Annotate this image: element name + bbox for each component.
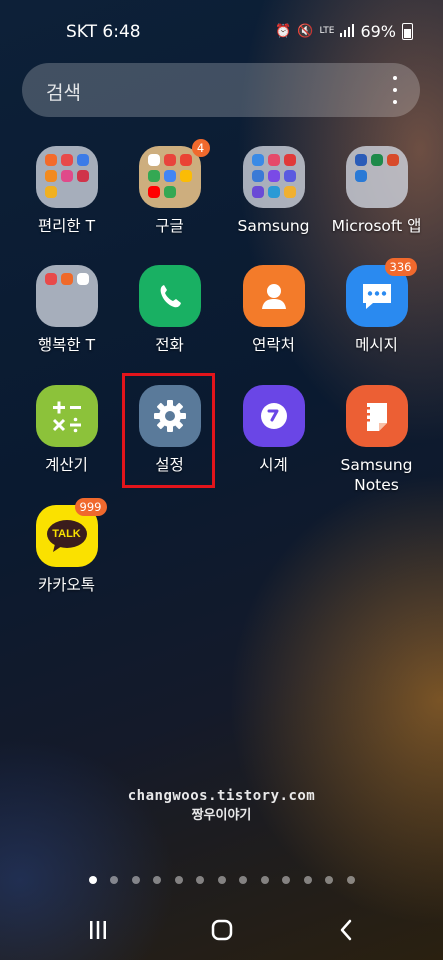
page-dot[interactable] bbox=[239, 876, 247, 884]
app-calculator[interactable]: 계산기 bbox=[15, 385, 118, 475]
folder-microsoft[interactable]: Microsoft 앱 bbox=[325, 146, 428, 236]
folder-haengbokhan-t[interactable]: 행복한 T bbox=[15, 265, 118, 355]
page-dot[interactable] bbox=[217, 876, 226, 884]
folder-icon: 4 bbox=[138, 139, 210, 208]
app-label: 계산기 bbox=[45, 456, 88, 474]
home-icon[interactable] bbox=[210, 915, 234, 945]
page-dot[interactable] bbox=[88, 876, 97, 884]
app-label: Samsung Notes bbox=[325, 455, 428, 495]
folder-pyeonrihan-t[interactable]: 편리한 T bbox=[15, 146, 118, 236]
app-label: 구글 bbox=[155, 217, 184, 235]
page-dot[interactable] bbox=[153, 876, 161, 884]
app-clock[interactable]: 시계 bbox=[222, 385, 325, 475]
page-dot[interactable] bbox=[196, 876, 204, 884]
app-label: 카카오톡 bbox=[37, 576, 96, 594]
phone-icon bbox=[139, 265, 201, 327]
navigation-bar bbox=[0, 905, 443, 960]
watermark-name: 짱우이야기 bbox=[191, 808, 252, 823]
page-indicator[interactable] bbox=[0, 876, 443, 884]
folder-samsung[interactable]: Samsung bbox=[222, 146, 325, 236]
app-label: 연락처 bbox=[252, 336, 295, 354]
app-label: Samsung bbox=[237, 217, 310, 235]
folder-google[interactable]: 4 구글 bbox=[118, 139, 221, 236]
app-grid: 편리한 T 4 구글 Samsung Microsoft 앱 행복한 T 전화 … bbox=[0, 0, 443, 700]
app-messages[interactable]: 336 메시지 bbox=[325, 258, 428, 355]
recents-icon[interactable] bbox=[86, 915, 110, 945]
page-dot[interactable] bbox=[110, 876, 118, 884]
messages-icon-tile: 336 bbox=[345, 258, 417, 327]
app-label: 행복한 T bbox=[37, 336, 96, 354]
app-label: 메시지 bbox=[355, 336, 398, 354]
app-label-line2: Notes bbox=[354, 476, 399, 494]
folder-icon bbox=[35, 265, 98, 327]
contacts-icon-tile bbox=[242, 265, 305, 327]
app-label: 편리한 T bbox=[37, 217, 96, 235]
watermark-url: changwoos.tistory.com bbox=[127, 788, 316, 804]
clock-icon bbox=[243, 385, 305, 447]
contact-person-icon bbox=[243, 265, 305, 327]
app-contacts[interactable]: 연락처 bbox=[222, 265, 325, 355]
page-dot[interactable] bbox=[325, 876, 333, 884]
page-dot[interactable] bbox=[174, 876, 183, 884]
page-dot[interactable] bbox=[346, 876, 355, 884]
settings-highlight-box bbox=[122, 373, 215, 488]
app-label: 전화 bbox=[155, 336, 184, 354]
notification-badge: 336 bbox=[384, 258, 417, 276]
phone-icon-tile bbox=[138, 265, 201, 327]
app-kakaotalk[interactable]: TALK 999 카카오톡 bbox=[15, 498, 118, 595]
back-icon[interactable] bbox=[336, 915, 356, 945]
page-dot[interactable] bbox=[303, 876, 312, 884]
folder-icon bbox=[242, 146, 305, 208]
notes-icon bbox=[346, 385, 408, 447]
clock-icon-tile bbox=[242, 385, 305, 447]
folder-icon bbox=[345, 146, 408, 208]
app-label: Microsoft 앱 bbox=[331, 217, 422, 235]
app-label-line1: Samsung bbox=[340, 456, 413, 474]
notification-badge: 4 bbox=[191, 139, 210, 157]
app-phone[interactable]: 전화 bbox=[118, 265, 221, 355]
app-samsung-notes[interactable]: Samsung Notes bbox=[325, 385, 428, 495]
kakaotalk-icon-tile: TALK 999 bbox=[35, 498, 107, 567]
page-dot[interactable] bbox=[282, 876, 290, 884]
app-label: 시계 bbox=[259, 456, 288, 474]
calculator-icon-tile bbox=[35, 385, 98, 447]
page-dot[interactable] bbox=[260, 876, 269, 884]
notes-icon-tile bbox=[345, 385, 408, 447]
page-dot[interactable] bbox=[131, 876, 140, 884]
folder-icon bbox=[35, 146, 98, 208]
notification-badge: 999 bbox=[74, 498, 107, 516]
kakaotalk-icon-text: TALK bbox=[52, 528, 81, 540]
calculator-icon bbox=[36, 385, 98, 447]
